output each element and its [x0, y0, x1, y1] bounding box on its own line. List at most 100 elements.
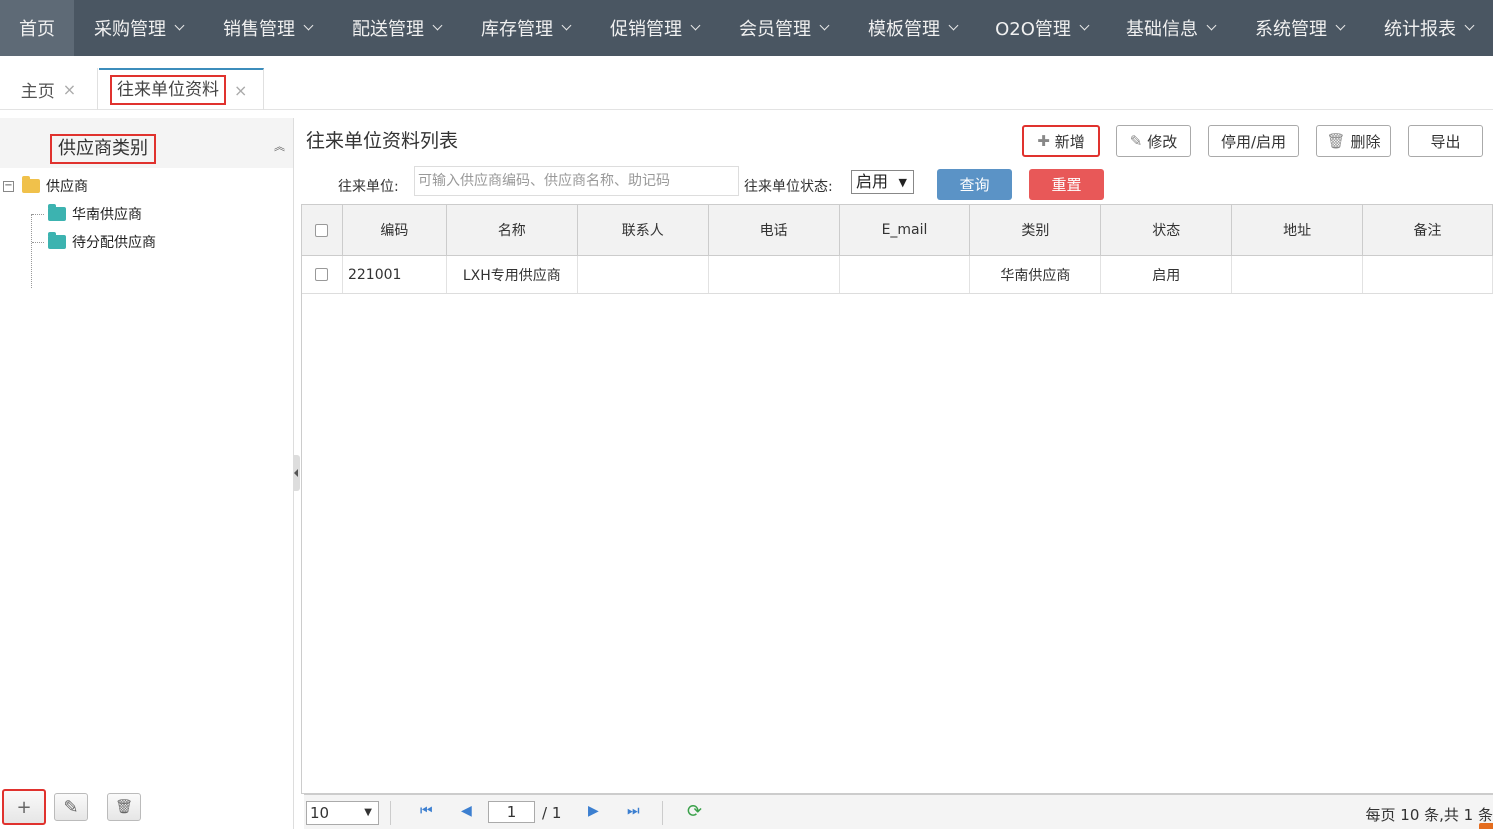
- close-icon[interactable]: ×: [63, 80, 76, 99]
- last-page-icon[interactable]: ⏭: [627, 803, 640, 819]
- tab-home-label: 主页: [20, 81, 55, 102]
- tab-bar: 主页 × 往来单位资料 ×: [0, 56, 1493, 110]
- tree-node-label: 供应商: [46, 179, 88, 195]
- nav-o2o[interactable]: O2O管理: [977, 0, 1106, 56]
- chevron-down-icon: [561, 20, 572, 31]
- tree-node-label: 待分配供应商: [72, 235, 156, 251]
- pager-separator: [662, 801, 663, 825]
- partner-table: 编码 名称 联系人 电话 E_mail 类别 状态 地址 备注 221001 L…: [301, 204, 1493, 794]
- panel-title: 供应商类别: [50, 134, 156, 164]
- panel-header: 供应商类别 ︽: [0, 118, 293, 168]
- dropdown-arrow-icon: ▼: [898, 176, 907, 189]
- delete-button[interactable]: 🗑 删除: [1316, 125, 1391, 157]
- close-icon[interactable]: ×: [234, 81, 247, 100]
- column-header[interactable]: 联系人: [578, 205, 709, 255]
- delete-category-button[interactable]: 🗑: [107, 793, 141, 821]
- nav-template-label: 模板管理: [868, 19, 940, 40]
- row-select-cell: [302, 256, 343, 293]
- tree-node-label: 华南供应商: [72, 207, 142, 223]
- chevron-down-icon: [819, 20, 830, 31]
- export-button-label: 导出: [1430, 132, 1461, 151]
- nav-promotion[interactable]: 促销管理: [590, 0, 719, 56]
- nav-reports[interactable]: 统计报表: [1364, 0, 1493, 56]
- refresh-icon[interactable]: ⟳: [687, 801, 702, 822]
- table-row[interactable]: 221001 LXH专用供应商 华南供应商 启用: [302, 256, 1493, 294]
- nav-basic-info[interactable]: 基础信息: [1106, 0, 1235, 56]
- cell-note: [1363, 256, 1493, 293]
- nav-promotion-label: 促销管理: [610, 19, 682, 40]
- nav-sales[interactable]: 销售管理: [203, 0, 332, 56]
- corner-widget[interactable]: [1479, 823, 1493, 829]
- nav-member[interactable]: 会员管理: [719, 0, 848, 56]
- unit-label: 往来单位:: [338, 179, 399, 195]
- tree-line: [32, 214, 44, 215]
- row-checkbox[interactable]: [315, 268, 329, 281]
- column-header[interactable]: 电话: [709, 205, 840, 255]
- folder-open-icon: [22, 176, 40, 193]
- chevron-down-icon: [1206, 20, 1217, 31]
- nav-purchase[interactable]: 采购管理: [74, 0, 203, 56]
- export-button[interactable]: 导出: [1408, 125, 1483, 157]
- delete-button-label: 删除: [1350, 132, 1381, 151]
- page-title: 往来单位资料列表: [306, 130, 459, 152]
- column-header[interactable]: 地址: [1232, 205, 1364, 255]
- edit-category-button[interactable]: ✎: [54, 793, 88, 821]
- column-header[interactable]: 状态: [1101, 205, 1233, 255]
- chevron-down-icon: [1464, 20, 1475, 31]
- pager-info: 每页 10 条,共 1 条: [1365, 806, 1493, 824]
- total-pages: / 1: [542, 804, 562, 822]
- nav-delivery[interactable]: 配送管理: [332, 0, 461, 56]
- add-category-button[interactable]: +: [2, 789, 46, 825]
- prev-page-icon[interactable]: ◀: [461, 803, 472, 819]
- query-button[interactable]: 查询: [937, 169, 1012, 200]
- toggle-status-button[interactable]: 停用/启用: [1208, 125, 1299, 157]
- panel-splitter[interactable]: [293, 455, 300, 491]
- edit-button[interactable]: ✎ 修改: [1116, 125, 1191, 157]
- tree-node-child[interactable]: 华南供应商: [0, 200, 293, 228]
- nav-home[interactable]: 首页: [0, 0, 74, 56]
- nav-delivery-label: 配送管理: [352, 19, 424, 40]
- page-number-input[interactable]: 1: [488, 801, 535, 823]
- nav-inventory[interactable]: 库存管理: [461, 0, 590, 56]
- nav-o2o-label: O2O管理: [995, 19, 1071, 40]
- nav-system[interactable]: 系统管理: [1235, 0, 1364, 56]
- collapse-node-icon[interactable]: −: [3, 180, 14, 192]
- status-select-value: 启用: [856, 172, 889, 191]
- tab-partner-units[interactable]: 往来单位资料 ×: [99, 68, 264, 110]
- nav-reports-label: 统计报表: [1384, 19, 1456, 40]
- chevron-down-icon: [303, 20, 314, 31]
- next-page-icon[interactable]: ▶: [588, 803, 599, 819]
- column-header[interactable]: 类别: [970, 205, 1102, 255]
- column-header[interactable]: 名称: [447, 205, 578, 255]
- pager-separator: [390, 801, 391, 825]
- nav-template[interactable]: 模板管理: [848, 0, 977, 56]
- column-header[interactable]: 备注: [1363, 205, 1493, 255]
- tree-node-root[interactable]: − 供应商: [0, 172, 293, 200]
- tab-home[interactable]: 主页 ×: [0, 68, 98, 110]
- supplier-category-panel: 供应商类别 ︽ − 供应商 华南供应商 待分配供应商 + ✎ 🗑: [0, 118, 294, 829]
- nav-home-label: 首页: [19, 19, 55, 40]
- cell-name: LXH专用供应商: [447, 256, 578, 293]
- status-select[interactable]: 启用 ▼: [851, 170, 914, 194]
- cell-category: 华南供应商: [970, 256, 1102, 293]
- plus-icon: ✚: [1037, 132, 1050, 150]
- first-page-icon[interactable]: ⏮: [420, 803, 433, 819]
- column-header[interactable]: 编码: [343, 205, 447, 255]
- top-nav: 首页 采购管理 销售管理 配送管理 库存管理 促销管理 会员管理 模板管理 O2…: [0, 0, 1493, 56]
- nav-system-label: 系统管理: [1255, 19, 1327, 40]
- select-all-checkbox[interactable]: [315, 223, 329, 237]
- collapse-icon[interactable]: ︽: [274, 138, 285, 154]
- column-header[interactable]: E_mail: [840, 205, 971, 255]
- folder-icon: [48, 232, 66, 249]
- unit-search-input[interactable]: 可输入供应商编码、供应商名称、助记码: [414, 166, 739, 196]
- category-tree: − 供应商 华南供应商 待分配供应商: [0, 168, 293, 288]
- folder-icon: [48, 204, 66, 221]
- cell-email: [840, 256, 971, 293]
- trash-icon: 🗑: [115, 799, 133, 815]
- add-button[interactable]: ✚ 新增: [1022, 125, 1100, 157]
- page-size-select[interactable]: 10 ▼: [306, 801, 379, 825]
- chevron-down-icon: [432, 20, 443, 31]
- tree-node-child[interactable]: 待分配供应商: [0, 228, 293, 256]
- trash-icon: 🗑: [1326, 132, 1346, 150]
- reset-button[interactable]: 重置: [1029, 169, 1104, 200]
